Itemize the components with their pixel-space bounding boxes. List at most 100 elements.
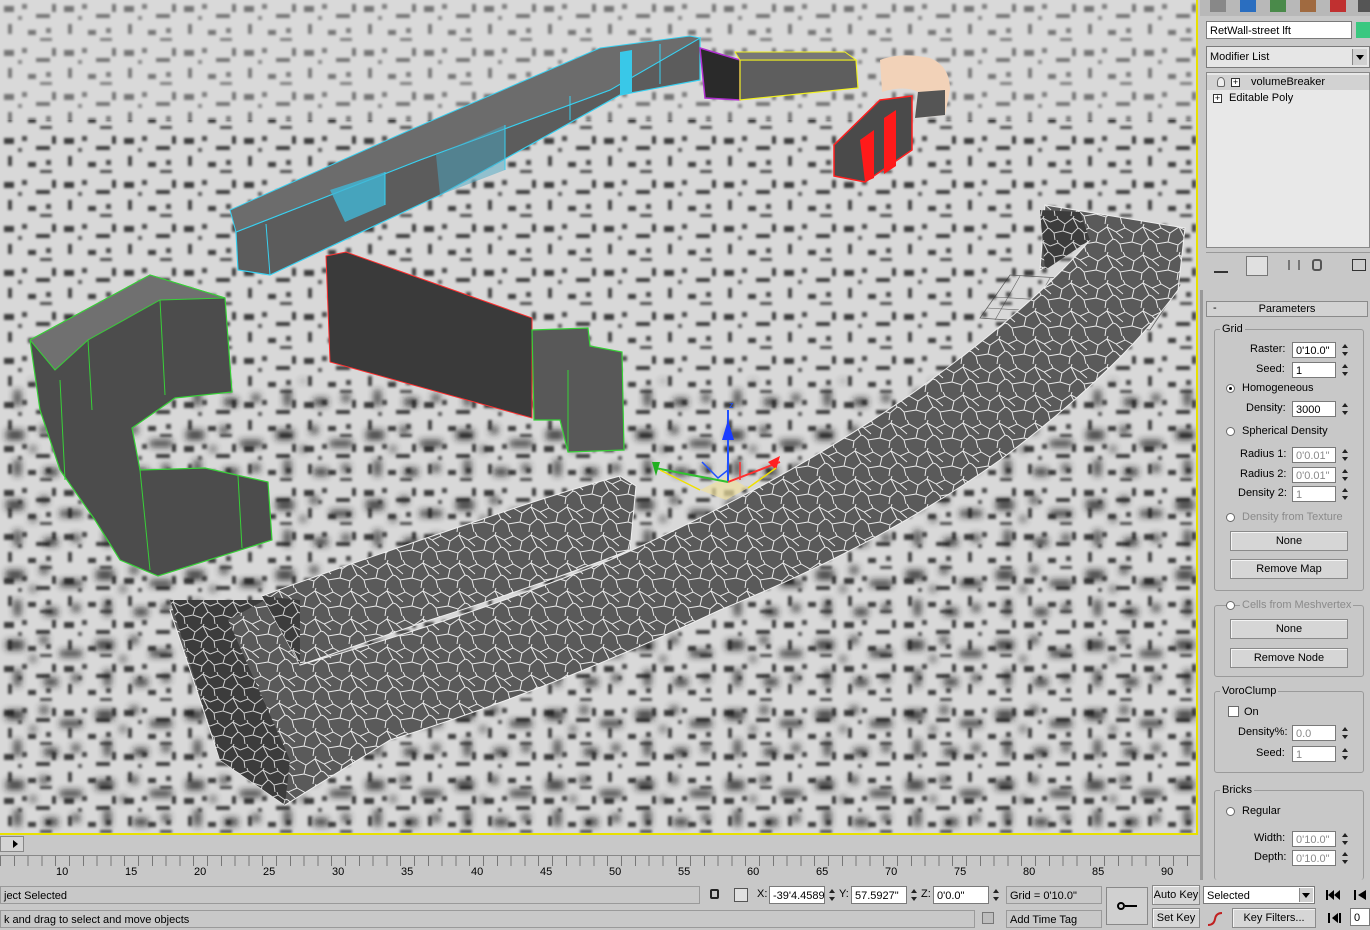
time-tag-icon[interactable] [982,912,994,924]
voroclump-group-label: VoroClump [1220,685,1279,697]
brick-width-spinner[interactable] [1341,831,1350,847]
display-tab-icon[interactable] [1330,0,1346,12]
set-key-mode-button[interactable] [1106,887,1148,925]
key-icon [1117,902,1125,910]
svg-text:z: z [729,400,734,410]
tick-label: 45 [540,866,553,878]
time-slider[interactable] [0,836,24,852]
modifier-list-dropdown[interactable]: Modifier List [1206,46,1370,68]
hierarchy-tab-icon[interactable] [1270,0,1286,12]
tick-label: 90 [1161,866,1174,878]
show-end-result-icon[interactable] [1246,256,1268,276]
previous-frame-icon[interactable] [1354,889,1368,900]
seed-spinner[interactable] [1341,362,1350,378]
panel-scrollbar[interactable] [1200,290,1203,880]
chevron-down-icon[interactable] [1352,49,1367,65]
chevron-down-icon[interactable] [1299,888,1313,902]
tick-label: 25 [263,866,276,878]
go-to-start-icon[interactable] [1326,889,1340,900]
tick-label: 50 [609,866,622,878]
utilities-tab-icon[interactable] [1358,0,1370,12]
modifier-stack[interactable]: + volumeBreaker + Editable Poly [1206,72,1370,248]
lock-icon[interactable] [710,889,719,899]
voroclump-seed-label: Seed: [1256,747,1285,759]
panel-tabs[interactable] [1200,0,1370,16]
pin-stack-icon[interactable] [1214,259,1228,273]
density2-spinner[interactable] [1341,486,1350,502]
cells-from-meshvertex-radio[interactable] [1226,601,1235,610]
modify-tab-icon[interactable] [1240,0,1256,12]
make-unique-icon[interactable] [1288,260,1300,270]
texture-none-button[interactable]: None [1230,531,1348,551]
x-spinner[interactable] [828,887,837,903]
key-filters-button[interactable]: Key Filters... [1232,908,1316,928]
auto-key-button[interactable]: Auto Key [1152,885,1200,905]
spherical-density-radio[interactable] [1226,427,1235,436]
stack-item-editable-poly[interactable]: + Editable Poly [1207,91,1369,106]
seed-field[interactable]: 1 [1292,362,1336,378]
density-label: Density: [1246,402,1286,414]
voroclump-seed-spinner[interactable] [1341,746,1350,762]
x-coordinate-field[interactable]: -39'4.4589' [769,886,825,904]
brick-width-label: Width: [1254,832,1286,844]
create-tab-icon[interactable] [1210,0,1226,12]
default-tangent-icon[interactable] [1206,911,1224,927]
radius2-spinner[interactable] [1341,467,1350,483]
regular-radio[interactable] [1226,807,1235,816]
configure-sets-icon[interactable] [1352,259,1366,271]
viewport-scene: z [0,0,1196,833]
raster-field[interactable]: 0'10.0" [1292,342,1336,358]
add-time-tag[interactable]: Add Time Tag [1006,910,1102,928]
brick-depth-spinner[interactable] [1341,850,1350,866]
lightbulb-icon[interactable] [1217,77,1225,87]
timeline-ticks[interactable] [0,855,1200,866]
z-coordinate-field[interactable]: 0'0.0" [933,886,989,904]
radius1-field[interactable]: 0'0.01" [1292,447,1336,463]
density-from-texture-radio[interactable] [1226,513,1235,522]
stack-item-volumebreaker[interactable]: + volumeBreaker [1207,75,1369,90]
voroclump-on-checkbox[interactable] [1228,706,1239,717]
command-panel: RetWall-street lft Modifier List + volum… [1200,0,1370,880]
tick-label: 15 [125,866,138,878]
voroclump-seed-field[interactable]: 1 [1292,746,1336,762]
density2-field[interactable]: 1 [1292,486,1336,502]
remove-modifier-icon[interactable] [1312,259,1322,271]
y-coordinate-field[interactable]: 57.5927" [851,886,907,904]
homogeneous-radio[interactable] [1226,384,1235,393]
track-bar[interactable]: 10 15 20 25 30 35 40 45 50 55 60 65 70 7… [0,835,1200,881]
raster-spinner[interactable] [1341,342,1350,358]
absolute-mode-icon[interactable] [734,888,748,902]
brick-depth-field[interactable]: 0'10.0" [1292,850,1336,866]
current-frame-field[interactable]: 0 [1350,908,1370,926]
motion-tab-icon[interactable] [1300,0,1316,12]
parameters-rollout-header[interactable]: - Parameters [1206,301,1368,317]
y-spinner[interactable] [910,887,919,903]
density-field[interactable]: 3000 [1292,401,1336,417]
set-key-button[interactable]: Set Key [1152,908,1200,928]
density-spinner[interactable] [1341,401,1350,417]
object-name-field[interactable]: RetWall-street lft [1206,21,1352,39]
perspective-viewport[interactable]: z [0,0,1198,835]
tick-label: 35 [401,866,414,878]
key-mode-toggle-icon[interactable] [1328,912,1342,923]
grid-group-label: Grid [1220,323,1245,335]
z-spinner[interactable] [992,887,1001,903]
remove-map-button[interactable]: Remove Map [1230,559,1348,579]
voroclump-density-field[interactable]: 0.0 [1292,725,1336,741]
object-color-swatch[interactable] [1356,22,1370,38]
radius1-spinner[interactable] [1341,447,1350,463]
raster-label: Raster: [1250,343,1286,355]
tick-label: 65 [816,866,829,878]
brick-width-field[interactable]: 0'10.0" [1292,831,1336,847]
seed-label: Seed: [1256,363,1285,375]
x-label: X: [757,888,768,900]
radius2-field[interactable]: 0'0.01" [1292,467,1336,483]
voroclump-density-spinner[interactable] [1341,725,1350,741]
expand-plus-icon[interactable]: + [1231,78,1240,87]
key-selection-dropdown[interactable]: Selected [1203,886,1315,904]
grid-size-display: Grid = 0'10.0" [1006,886,1102,904]
expand-plus-icon[interactable]: + [1213,94,1222,103]
remove-node-button[interactable]: Remove Node [1230,648,1348,668]
mesh-none-button[interactable]: None [1230,619,1348,639]
stack-toolbar [1206,252,1370,279]
